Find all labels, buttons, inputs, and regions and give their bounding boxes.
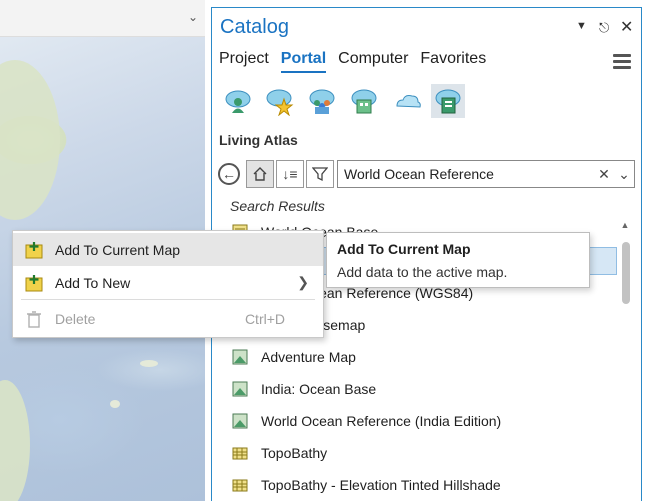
tab-favorites[interactable]: Favorites [420,50,486,73]
landmass [0,60,60,220]
search-value[interactable]: World Ocean Reference [338,166,594,182]
list-item[interactable]: World Ocean Reference (India Edition) [232,407,617,435]
list-item[interactable]: Adventure Map [232,343,617,371]
section-title: Living Atlas [219,132,298,148]
tab-project[interactable]: Project [219,50,269,73]
pin-icon[interactable]: ⎋ [599,20,609,36]
chevron-down-icon[interactable]: ▼ [576,20,587,32]
sort-icon[interactable]: ↓≡ [276,160,304,188]
organization-icon[interactable] [347,84,381,118]
map-icon [232,381,248,397]
menu-item-label: Delete [55,310,96,327]
tab-portal[interactable]: Portal [280,50,327,73]
list-item-label: TopoBathy [261,445,328,461]
island [110,400,120,408]
list-item-label: TopoBathy - Elevation Tinted Hillshade [261,477,501,493]
close-icon[interactable]: ✕ [620,17,633,37]
menu-separator [21,299,315,300]
my-content-icon[interactable] [221,84,255,118]
search-input[interactable]: World Ocean Reference ✕ ⌄ [337,160,635,188]
list-item[interactable]: TopoBathy [232,439,617,467]
chevron-right-icon: ❯ [297,274,309,290]
list-item-label: World Ocean Reference (India Edition) [261,413,502,429]
tooltip-title: Add To Current Map [337,241,471,257]
portal-source-bar [221,84,465,118]
filter-icon[interactable] [306,160,334,188]
menu-item-shortcut: Ctrl+D [244,310,285,327]
map-header-bar: ⌄ [0,0,205,37]
clear-icon[interactable]: ✕ [594,166,614,183]
groups-icon[interactable] [305,84,339,118]
add-data-icon [25,274,43,292]
tab-computer[interactable]: Computer [338,50,408,73]
context-menu: Add To Current Map Add To New ❯ Delete C… [12,230,324,338]
add-data-icon [25,241,43,259]
living-atlas-icon[interactable] [431,84,465,118]
home-icon[interactable] [246,160,274,188]
catalog-tabs: Project Portal Computer Favorites [219,50,486,73]
tooltip: Add To Current Map Add data to the activ… [326,232,590,288]
pane-title: Catalog [220,16,289,38]
menu-item-add-to-current-map[interactable]: Add To Current Map [13,233,323,266]
menu-item-add-to-new[interactable]: Add To New ❯ [13,266,323,299]
tile-layer-icon [232,477,248,493]
landmass [0,380,30,501]
results-label: Search Results [230,198,325,214]
map-icon [232,413,248,429]
list-item[interactable]: TopoBathy - Elevation Tinted Hillshade [232,471,617,499]
chevron-down-icon[interactable]: ⌄ [614,166,634,183]
menu-item-label: Add To Current Map [55,241,181,258]
favorites-icon[interactable] [263,84,297,118]
tooltip-description: Add data to the active map. [337,264,508,280]
results-scrollbar[interactable]: ▲ [618,220,632,502]
list-item[interactable]: India: Ocean Base [232,375,617,403]
chevron-down-icon[interactable]: ⌄ [188,10,198,24]
list-item-label: Adventure Map [261,349,356,365]
island [140,360,158,367]
menu-item-label: Add To New [55,274,131,291]
scrollbar-thumb[interactable] [622,242,630,304]
search-toolbar: ← ↓≡ World Ocean Reference ✕ ⌄ [218,160,635,188]
map-icon [232,349,248,365]
tile-layer-icon [232,445,248,461]
menu-icon[interactable] [613,54,631,72]
scroll-up-icon[interactable]: ▲ [618,220,632,230]
menu-item-delete[interactable]: Delete Ctrl+D [13,302,323,335]
back-icon[interactable]: ← [218,163,240,185]
list-item-label: India: Ocean Base [261,381,377,397]
arcgis-online-icon[interactable] [389,84,423,118]
trash-icon [25,310,43,328]
